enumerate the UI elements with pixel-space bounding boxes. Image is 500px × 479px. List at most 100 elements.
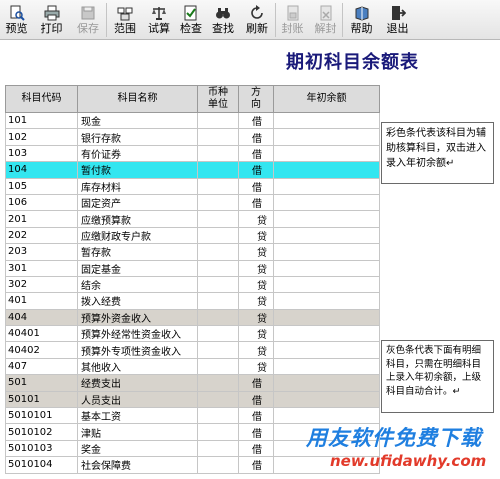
cell-code[interactable]: 302: [5, 276, 78, 294]
table-row[interactable]: 5010104 社会保障费 借: [5, 456, 380, 474]
cell-currency[interactable]: [197, 341, 239, 359]
cell-direction[interactable]: 贷: [238, 325, 274, 343]
cell-name[interactable]: 应缴财政专户款: [77, 227, 198, 245]
cell-currency[interactable]: [197, 440, 239, 458]
cell-code[interactable]: 103: [5, 145, 78, 163]
cell-code[interactable]: 104: [5, 161, 78, 179]
cell-name[interactable]: 预算外资金收入: [77, 309, 198, 327]
cell-currency[interactable]: [197, 407, 239, 425]
table-row[interactable]: 103 有价证券 借: [5, 145, 380, 163]
cell-direction[interactable]: 借: [238, 145, 274, 163]
cell-direction[interactable]: 贷: [238, 210, 274, 228]
cell-code[interactable]: 407: [5, 358, 78, 376]
check-button[interactable]: 检查: [175, 0, 207, 40]
trial-balance-button[interactable]: 试算: [143, 0, 175, 40]
cell-currency[interactable]: [197, 161, 239, 179]
header-balance[interactable]: 年初余额: [273, 85, 380, 113]
cell-balance[interactable]: [273, 243, 380, 261]
cell-name[interactable]: 银行存款: [77, 128, 198, 146]
cell-code[interactable]: 5010102: [5, 423, 78, 441]
help-button[interactable]: 帮助: [343, 0, 380, 40]
cell-code[interactable]: 5010103: [5, 440, 78, 458]
cell-direction[interactable]: 借: [238, 194, 274, 212]
cell-name[interactable]: 暂存款: [77, 243, 198, 261]
cell-balance[interactable]: [273, 374, 380, 392]
table-row[interactable]: 501 经费支出 借: [5, 374, 380, 392]
cell-code[interactable]: 5010101: [5, 407, 78, 425]
table-row[interactable]: 102 银行存款 借: [5, 128, 380, 146]
cell-balance[interactable]: [273, 292, 380, 310]
table-row[interactable]: 301 固定基金 贷: [5, 260, 380, 277]
cell-currency[interactable]: [197, 358, 239, 376]
header-currency[interactable]: 币种 单位: [197, 85, 239, 113]
cell-direction[interactable]: 贷: [238, 341, 274, 359]
cell-balance[interactable]: [273, 145, 380, 163]
cell-name[interactable]: 应缴预算款: [77, 210, 198, 228]
table-row[interactable]: 201 应缴预算款 贷: [5, 210, 380, 228]
cell-code[interactable]: 404: [5, 309, 78, 327]
table-row[interactable]: 203 暂存款 贷: [5, 243, 380, 261]
cell-direction[interactable]: 贷: [238, 309, 274, 327]
cell-code[interactable]: 102: [5, 128, 78, 146]
cell-direction[interactable]: 贷: [238, 292, 274, 310]
table-row[interactable]: 50101 人员支出 借: [5, 391, 380, 409]
exit-button[interactable]: 退出: [380, 0, 415, 40]
cell-currency[interactable]: [197, 456, 239, 474]
cell-name[interactable]: 固定资产: [77, 194, 198, 212]
header-name[interactable]: 科目名称: [77, 85, 198, 113]
cell-balance[interactable]: [273, 227, 380, 245]
table-row[interactable]: 101 现金 借: [5, 112, 380, 130]
cell-name[interactable]: 经费支出: [77, 374, 198, 392]
cell-currency[interactable]: [197, 309, 239, 327]
cell-name[interactable]: 拨入经费: [77, 292, 198, 310]
table-row[interactable]: 40401 预算外经常性资金收入 贷: [5, 325, 380, 343]
cell-currency[interactable]: [197, 391, 239, 409]
cell-code[interactable]: 106: [5, 194, 78, 212]
table-row[interactable]: 404 预算外资金收入 贷: [5, 309, 380, 327]
seal-button[interactable]: 封账: [276, 0, 309, 40]
cell-name[interactable]: 预算外专项性资金收入: [77, 341, 198, 359]
cell-currency[interactable]: [197, 210, 239, 228]
cell-direction[interactable]: 贷: [238, 358, 274, 376]
cell-currency[interactable]: [197, 276, 239, 294]
cell-direction[interactable]: 借: [238, 440, 274, 458]
cell-currency[interactable]: [197, 128, 239, 146]
cell-code[interactable]: 201: [5, 210, 78, 228]
table-row[interactable]: 105 库存材料 借: [5, 178, 380, 195]
cell-direction[interactable]: 贷: [238, 260, 274, 277]
cell-name[interactable]: 结余: [77, 276, 198, 294]
cell-balance[interactable]: [273, 112, 380, 130]
cell-name[interactable]: 社会保障费: [77, 456, 198, 474]
cell-balance[interactable]: [273, 194, 380, 212]
table-row[interactable]: 407 其他收入 贷: [5, 358, 380, 376]
cell-direction[interactable]: 借: [238, 456, 274, 474]
find-button[interactable]: 查找: [207, 0, 239, 40]
preview-button[interactable]: 预览: [0, 0, 33, 40]
table-row[interactable]: 106 固定资产 借: [5, 194, 380, 212]
cell-name[interactable]: 库存材料: [77, 178, 198, 195]
cell-balance[interactable]: [273, 161, 380, 179]
cell-code[interactable]: 202: [5, 227, 78, 245]
cell-currency[interactable]: [197, 112, 239, 130]
header-code[interactable]: 科目代码: [5, 85, 78, 113]
cell-code[interactable]: 301: [5, 260, 78, 277]
table-row[interactable]: 40402 预算外专项性资金收入 贷: [5, 341, 380, 359]
cell-code[interactable]: 501: [5, 374, 78, 392]
save-button[interactable]: 保存: [70, 0, 106, 40]
cell-currency[interactable]: [197, 178, 239, 195]
table-row[interactable]: 104 暂付款 借: [5, 161, 380, 179]
cell-direction[interactable]: 借: [238, 128, 274, 146]
cell-currency[interactable]: [197, 423, 239, 441]
cell-direction[interactable]: 借: [238, 374, 274, 392]
cell-balance[interactable]: [273, 341, 380, 359]
cell-currency[interactable]: [197, 227, 239, 245]
cell-name[interactable]: 基本工资: [77, 407, 198, 425]
cell-balance[interactable]: [273, 210, 380, 228]
cell-code[interactable]: 40402: [5, 341, 78, 359]
cell-currency[interactable]: [197, 374, 239, 392]
range-button[interactable]: 范围: [107, 0, 143, 40]
cell-direction[interactable]: 借: [238, 112, 274, 130]
cell-direction[interactable]: 借: [238, 178, 274, 195]
cell-currency[interactable]: [197, 292, 239, 310]
cell-name[interactable]: 人员支出: [77, 391, 198, 409]
